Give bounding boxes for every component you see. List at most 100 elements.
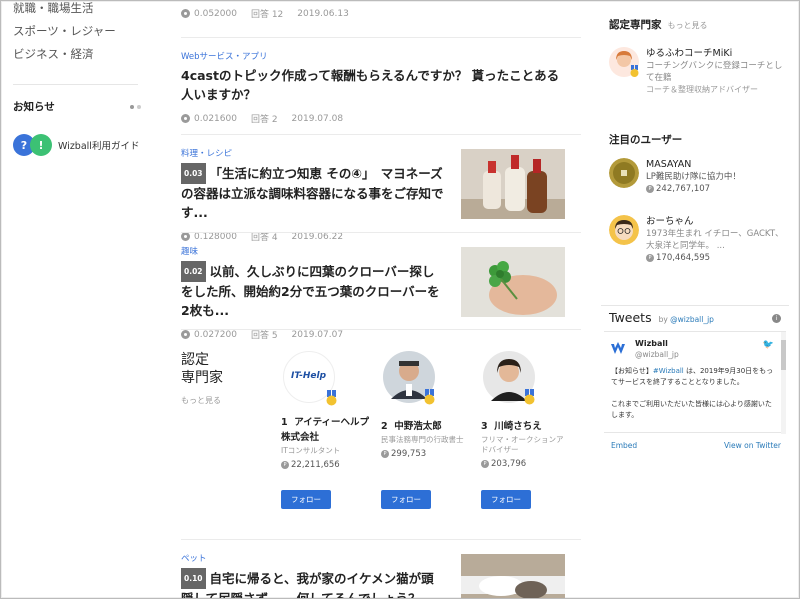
article-value: 0.128000 xyxy=(194,231,237,242)
exclamation-icon: ! xyxy=(30,134,52,156)
guide-label: Wizball利用ガイド xyxy=(58,141,140,152)
wizball-logo-icon xyxy=(611,342,625,354)
article-answers: 回答 12 xyxy=(250,10,284,20)
article-item[interactable]: Webサービス・アプリ 4castのトピック作成って報酬もらえるんですか？ 貰っ… xyxy=(181,50,565,125)
expert-name[interactable]: 3 川崎さちえ xyxy=(481,419,569,434)
feed-divider xyxy=(181,329,581,330)
reward-badge: 0.10 xyxy=(181,568,206,589)
user-desc: 1973年生まれ イチロー、GACKT、大泉洋と同学年。 ... xyxy=(646,229,784,251)
expert-points: P 22,211,656 xyxy=(281,460,369,470)
expert-avatar[interactable]: IT-Help xyxy=(283,351,337,406)
coin-icon xyxy=(181,232,190,241)
article-title[interactable]: 4castのトピック作成って報酬もらえるんですか？ 貰ったことある人いますか？ xyxy=(181,66,565,104)
tweet-hashtag[interactable]: #Wizball xyxy=(653,367,684,375)
experts-title: 認定 専門家 xyxy=(181,352,223,386)
article-item[interactable]: 0.052000 回答 12 2019.06.13 xyxy=(181,7,565,20)
coin-icon: P xyxy=(646,254,654,262)
carousel-dots[interactable] xyxy=(130,104,141,109)
tweet-scrollbar[interactable] xyxy=(781,332,786,434)
tweet-account-name[interactable]: Wizball xyxy=(635,339,668,348)
follow-button[interactable]: フォロー xyxy=(381,490,431,509)
view-on-twitter-link[interactable]: View on Twitter xyxy=(724,441,781,450)
follow-button[interactable]: フォロー xyxy=(481,490,531,509)
user-avatar[interactable] xyxy=(609,158,639,188)
user-avatar[interactable] xyxy=(609,47,639,77)
tweets-widget: Tweets by @wizball_jp i Wizball @wizball… xyxy=(601,305,789,455)
article-thumbnail-clover[interactable] xyxy=(461,247,565,317)
expert-name[interactable]: 2 中野浩太郎 xyxy=(381,419,469,434)
user-desc: LP難民助け隊に協力中！ xyxy=(646,172,741,182)
twitter-bird-icon[interactable]: 🐦 xyxy=(763,340,774,350)
expert-card[interactable]: 3 川崎さちえ フリマ・オークションアドバイザー P 203,796 xyxy=(481,351,569,469)
user-body: MASAYAN LP難民助け隊に協力中！ P 242,767,107 xyxy=(646,158,786,195)
tweet-account-handle[interactable]: @wizball_jp xyxy=(635,350,679,359)
expert-card[interactable]: 2 中野浩太郎 民事法務専門の行政書士 P 299,753 xyxy=(381,351,469,459)
expert-name[interactable]: 1 アイティーヘルプ株式会社 xyxy=(281,415,369,445)
news-header: お知らせ xyxy=(13,99,141,114)
article-category[interactable]: Webサービス・アプリ xyxy=(181,50,565,62)
tweets-title: Tweets xyxy=(609,310,652,325)
article-title[interactable]: 0.02 以前、久しぶりに四葉のクローバー探しをした所、開始約2分で五つ葉のクロー… xyxy=(181,261,445,320)
article-item[interactable]: 趣味 0.02 以前、久しぶりに四葉のクローバー探しをした所、開始約2分で五つ葉の… xyxy=(181,245,565,341)
article-date: 2019.07.08 xyxy=(291,113,344,124)
article-date: 2019.06.13 xyxy=(297,8,349,19)
tweet-timeline[interactable]: Wizball @wizball_jp 🐦 【お知らせ】#Wizball は、2… xyxy=(604,331,786,434)
expert-desc: フリマ・オークションアドバイザー xyxy=(481,435,564,454)
sidebar-category-job[interactable]: 就職・職場生活 xyxy=(13,1,141,20)
left-sidebar: 就職・職場生活 スポーツ・レジャー ビジネス・経済 お知らせ ? ! Wizba… xyxy=(13,1,141,156)
article-title[interactable]: 0.10 自宅に帰ると、我が家のイケメン猫が頭隠して尻隠さず......何してるん… xyxy=(181,568,445,598)
sidebar-category-business[interactable]: ビジネス・経済 xyxy=(13,43,141,66)
experts-more-link[interactable]: もっと見る xyxy=(181,395,221,406)
user-points: P 170,464,595 xyxy=(646,252,786,264)
guide-link[interactable]: ? ! Wizball利用ガイド xyxy=(13,134,141,156)
user-sub: コーチ＆整理収納アドバイザー xyxy=(646,85,758,94)
expert-logo-text: IT-Help xyxy=(291,371,327,381)
article-value: 0.052000 xyxy=(194,8,237,19)
coin-icon: P xyxy=(281,461,289,469)
expert-points: P 203,796 xyxy=(481,459,569,469)
expert-desc: ITコンサルタント xyxy=(281,446,341,455)
article-item[interactable]: ペット 0.10 自宅に帰ると、我が家のイケメン猫が頭隠して尻隠さず......何… xyxy=(181,552,565,599)
article-value: 0.021600 xyxy=(194,113,237,124)
coin-icon xyxy=(181,9,190,18)
follow-button[interactable]: フォロー xyxy=(281,490,331,509)
expert-avatar[interactable] xyxy=(483,351,535,405)
right-experts-header: 認定専門家 もっと見る xyxy=(609,19,708,31)
embed-link[interactable]: Embed xyxy=(611,441,637,450)
info-icon[interactable]: i xyxy=(772,314,781,323)
user-body: ゆるふわコーチMiKi コーチングバンクに登録コーチとして在籍 コーチ＆整理収納… xyxy=(646,47,786,96)
coin-icon xyxy=(181,114,190,123)
feed-divider xyxy=(181,232,581,233)
reward-badge: 0.03 xyxy=(181,163,206,184)
sidebar-category-sports[interactable]: スポーツ・レジャー xyxy=(13,20,141,43)
user-points: P 242,767,107 xyxy=(646,183,786,195)
tweets-header: Tweets by @wizball_jp xyxy=(609,310,714,325)
coin-icon xyxy=(181,330,190,339)
article-date: 2019.06.22 xyxy=(291,231,344,242)
tweets-handle-link[interactable]: @wizball_jp xyxy=(670,315,714,324)
page-frame: 就職・職場生活 スポーツ・レジャー ビジネス・経済 お知らせ ? ! Wizba… xyxy=(0,0,800,599)
sidebar-divider xyxy=(13,84,138,85)
expert-card[interactable]: IT-Help 1 アイティーヘルプ株式会社 ITコンサルタント P 22,211… xyxy=(281,351,369,470)
feed-divider xyxy=(181,134,581,135)
news-title: お知らせ xyxy=(13,101,55,113)
article-thumbnail-bottles[interactable] xyxy=(461,149,565,219)
expert-avatar[interactable] xyxy=(383,351,435,405)
coin-icon: P xyxy=(381,450,389,458)
feed-divider xyxy=(181,37,581,38)
user-avatar[interactable] xyxy=(609,215,639,245)
article-value: 0.027200 xyxy=(194,329,237,340)
user-name[interactable]: ゆるふわコーチMiKi xyxy=(646,47,786,60)
user-name[interactable]: MASAYAN xyxy=(646,158,786,171)
article-meta: 0.052000 回答 12 2019.06.13 xyxy=(181,7,565,20)
user-name[interactable]: おーちゃん xyxy=(646,215,786,228)
feed-divider xyxy=(181,539,581,540)
user-body: おーちゃん 1973年生まれ イチロー、GACKT、大泉洋と同学年。 ... P… xyxy=(646,215,786,264)
article-title[interactable]: 0.03 「生活に約立つ知恵 その④」 マヨネーズの容器は立派な調味料容器になる事… xyxy=(181,163,445,222)
expert-points: P 299,753 xyxy=(381,449,469,459)
article-item[interactable]: 料理・レシピ 0.03 「生活に約立つ知恵 その④」 マヨネーズの容器は立派な調味… xyxy=(181,147,565,243)
article-thumbnail-cat[interactable] xyxy=(461,554,565,599)
article-meta: 0.021600 回答 2 2019.07.08 xyxy=(181,112,565,125)
article-date: 2019.07.07 xyxy=(291,329,344,340)
right-experts-more-link[interactable]: もっと見る xyxy=(668,21,708,30)
